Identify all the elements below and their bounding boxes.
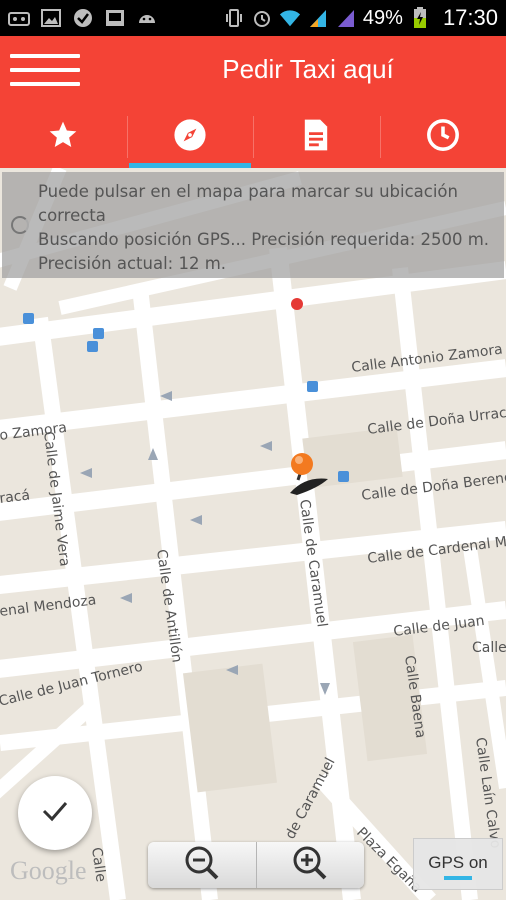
battery-charging-icon: [409, 7, 431, 28]
tab-history[interactable]: [379, 106, 506, 168]
tab-details[interactable]: [253, 106, 380, 168]
tap-map-hint: Puede pulsar en el mapa para marcar su u…: [38, 182, 458, 225]
street-label: Calle de Caramuel: [296, 498, 330, 628]
zoom-out-icon: [182, 843, 222, 887]
wifi-icon: [279, 8, 301, 28]
compass-icon: [173, 118, 207, 156]
page-title: Pedir Taxi aquí: [222, 54, 394, 84]
check-icon: [41, 800, 69, 826]
zoom-out-button[interactable]: [148, 842, 256, 888]
clock-time: 17:30: [442, 5, 498, 30]
alarm-icon: [251, 8, 273, 28]
tab-favorites[interactable]: [0, 106, 127, 168]
gps-label: GPS on: [428, 853, 488, 872]
menu-button[interactable]: [10, 52, 82, 92]
signal-icon-2: [335, 8, 357, 28]
app-bar: Pedir Taxi aquí: [0, 36, 506, 106]
star-icon: [47, 119, 79, 155]
gps-precision-text: Buscando posición GPS... Precisión reque…: [38, 230, 490, 273]
usb-icon: [8, 8, 30, 28]
status-bar: 49% 17:30: [0, 0, 506, 36]
image-icon: [40, 8, 62, 28]
photo-icon: [104, 8, 126, 28]
tab-location[interactable]: [126, 106, 254, 168]
confirm-location-button[interactable]: [18, 776, 92, 850]
google-logo: Google: [10, 856, 87, 885]
zoom-in-button[interactable]: [255, 842, 364, 888]
signal-icon: [307, 8, 329, 28]
loading-spinner-icon: [11, 216, 29, 234]
gps-status-message: Puede pulsar en el mapa para marcar su u…: [2, 172, 504, 278]
vibrate-icon: [223, 8, 245, 28]
document-icon: [302, 118, 330, 156]
check-circle-icon: [72, 8, 94, 28]
street-label: Calle: [472, 640, 506, 656]
clock-icon: [426, 118, 460, 156]
android-icon: [136, 8, 158, 28]
zoom-in-icon: [290, 843, 330, 887]
street-label: Calle: [88, 846, 109, 883]
gps-toggle-button[interactable]: GPS on: [413, 838, 503, 890]
street-label: Calle de Doña Urraca: [367, 404, 506, 438]
battery-percent: 49%: [362, 6, 403, 29]
hamburger-icon: [10, 54, 80, 58]
zoom-controls: [148, 842, 364, 888]
tab-bar: [0, 106, 506, 168]
